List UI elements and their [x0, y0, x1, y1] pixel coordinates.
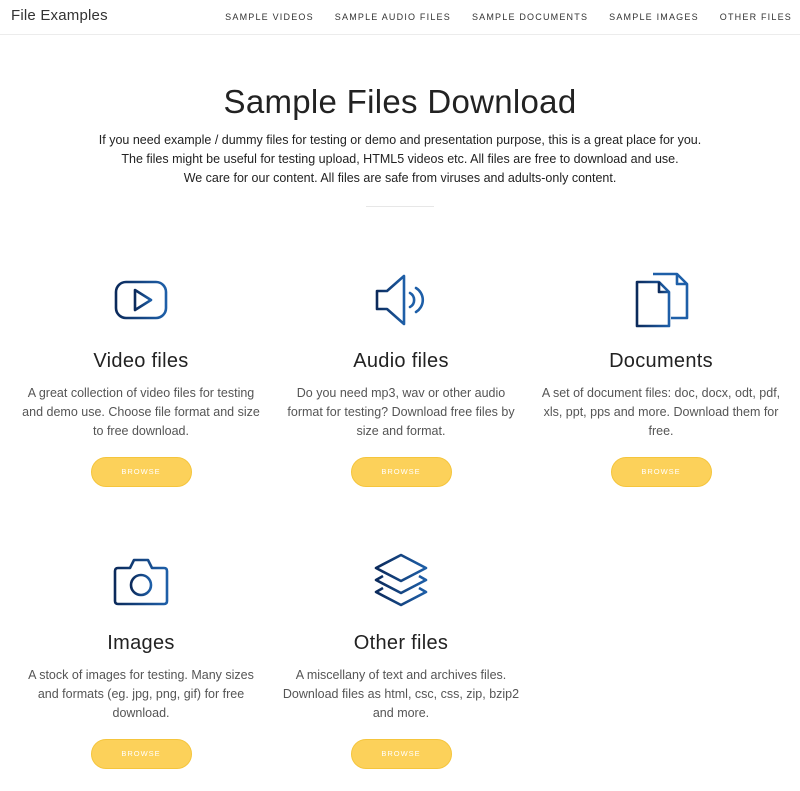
- nav-other-files[interactable]: OTHER FILES: [720, 12, 792, 22]
- card-title: Documents: [609, 350, 713, 372]
- document-icon: [635, 272, 689, 328]
- card-description: A set of document files: doc, docx, odt,…: [541, 386, 781, 438]
- intro-line-3: We care for our content. All files are s…: [183, 171, 617, 185]
- card-title: Video files: [93, 350, 189, 372]
- intro-line-2: The files might be useful for testing up…: [121, 152, 679, 166]
- card-images: Images A stock of images for testing. Ma…: [11, 552, 271, 769]
- intro-line-1: If you need example / dummy files for te…: [98, 133, 702, 147]
- card-title: Images: [107, 632, 175, 654]
- hero-divider: [366, 206, 434, 207]
- card-documents: Documents A set of document files: doc, …: [531, 270, 791, 487]
- top-navbar: File Examples SAMPLE VIDEOS SAMPLE AUDIO…: [0, 0, 800, 35]
- hero-section: Sample Files Download If you need exampl…: [0, 82, 800, 207]
- nav-sample-images[interactable]: SAMPLE IMAGES: [609, 12, 699, 22]
- card-video-files: Video files A great collection of video …: [11, 270, 271, 487]
- browse-documents-button[interactable]: BROWSE: [610, 457, 712, 487]
- nav-sample-videos[interactable]: SAMPLE VIDEOS: [225, 12, 314, 22]
- card-description: Do you need mp3, wav or other audio form…: [287, 386, 515, 438]
- intro-text: If you need example / dummy files for te…: [0, 131, 800, 188]
- card-other-files: Other files A miscellany of text and arc…: [271, 552, 531, 769]
- browse-audio-button[interactable]: BROWSE: [350, 457, 452, 487]
- camera-icon: [113, 558, 169, 606]
- card-description: A great collection of video files for te…: [22, 386, 260, 438]
- card-description: A stock of images for testing. Many size…: [28, 668, 254, 720]
- browse-other-files-button[interactable]: BROWSE: [350, 739, 452, 769]
- layers-icon: [374, 553, 428, 607]
- card-audio-files: Audio files Do you need mp3, wav or othe…: [271, 270, 531, 487]
- card-title: Audio files: [353, 350, 449, 372]
- site-logo[interactable]: File Examples: [11, 7, 108, 24]
- page-title: Sample Files Download: [223, 83, 577, 120]
- nav-sample-audio-files[interactable]: SAMPLE AUDIO FILES: [335, 12, 451, 22]
- browse-video-button[interactable]: BROWSE: [90, 457, 192, 487]
- card-description: A miscellany of text and archives files.…: [282, 668, 520, 720]
- main-nav: SAMPLE VIDEOS SAMPLE AUDIO FILES SAMPLE …: [225, 12, 792, 22]
- browse-images-button[interactable]: BROWSE: [90, 739, 192, 769]
- nav-sample-documents[interactable]: SAMPLE DOCUMENTS: [472, 12, 588, 22]
- video-icon: [114, 280, 168, 320]
- audio-icon: [375, 274, 425, 326]
- card-title: Other files: [353, 632, 449, 654]
